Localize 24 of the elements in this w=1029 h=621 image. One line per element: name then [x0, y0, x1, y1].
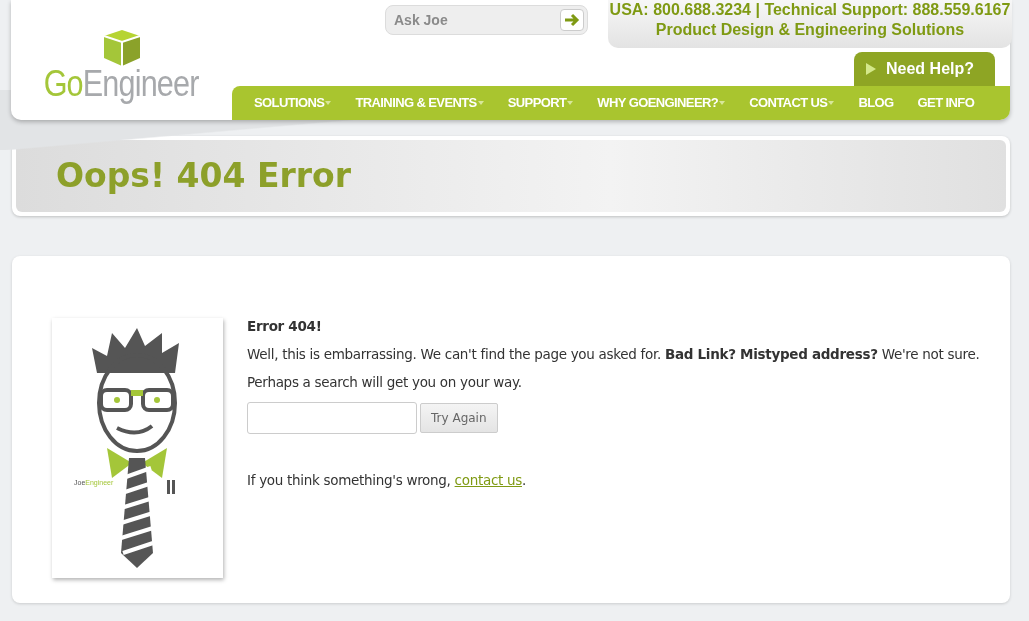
search-field[interactable] — [247, 402, 417, 434]
contact-us-link[interactable]: contact us — [454, 472, 522, 488]
tagline: Product Design & Engineering Solutions — [654, 20, 966, 40]
need-help-tab[interactable]: Need Help? — [854, 52, 995, 86]
arrow-icon — [564, 13, 580, 27]
nav-link[interactable]: TRAINING & EVENTS — [355, 93, 498, 113]
logo[interactable]: GoEngineer — [44, 66, 199, 102]
try-again-button[interactable]: Try Again — [420, 403, 498, 433]
play-icon — [866, 63, 876, 75]
error-message: Well, this is embarrassing. We can't find the page you asked for. Bad Link? Mistyped address? We're not sure. — [247, 346, 980, 363]
nav-link[interactable]: SUPPORT — [507, 93, 588, 113]
contact-phone-text: USA: 800.688.3234 | Technical Support: 888.559.6167 — [608, 0, 1012, 20]
nav-link[interactable]: CONTACT US — [749, 93, 849, 113]
search-hint: Perhaps a search will get you on your way. — [247, 374, 523, 391]
go-arrow-button[interactable] — [560, 9, 584, 31]
nav-link[interactable]: BLOG — [858, 93, 908, 113]
nav-link[interactable]: SOLUTIONS — [254, 93, 346, 113]
page-title: Oops! 404 Error — [56, 156, 351, 196]
error-heading: Error 404! — [247, 318, 323, 335]
ask-joe-search-field[interactable]: Ask Joe — [385, 5, 588, 35]
cube-icon — [102, 30, 141, 66]
contact-sentence: If you think something's wrong, contact us. — [247, 472, 527, 489]
nav-link[interactable]: GET INFO — [917, 93, 989, 113]
nav-link[interactable]: WHY GOENGINEER? — [597, 93, 740, 113]
